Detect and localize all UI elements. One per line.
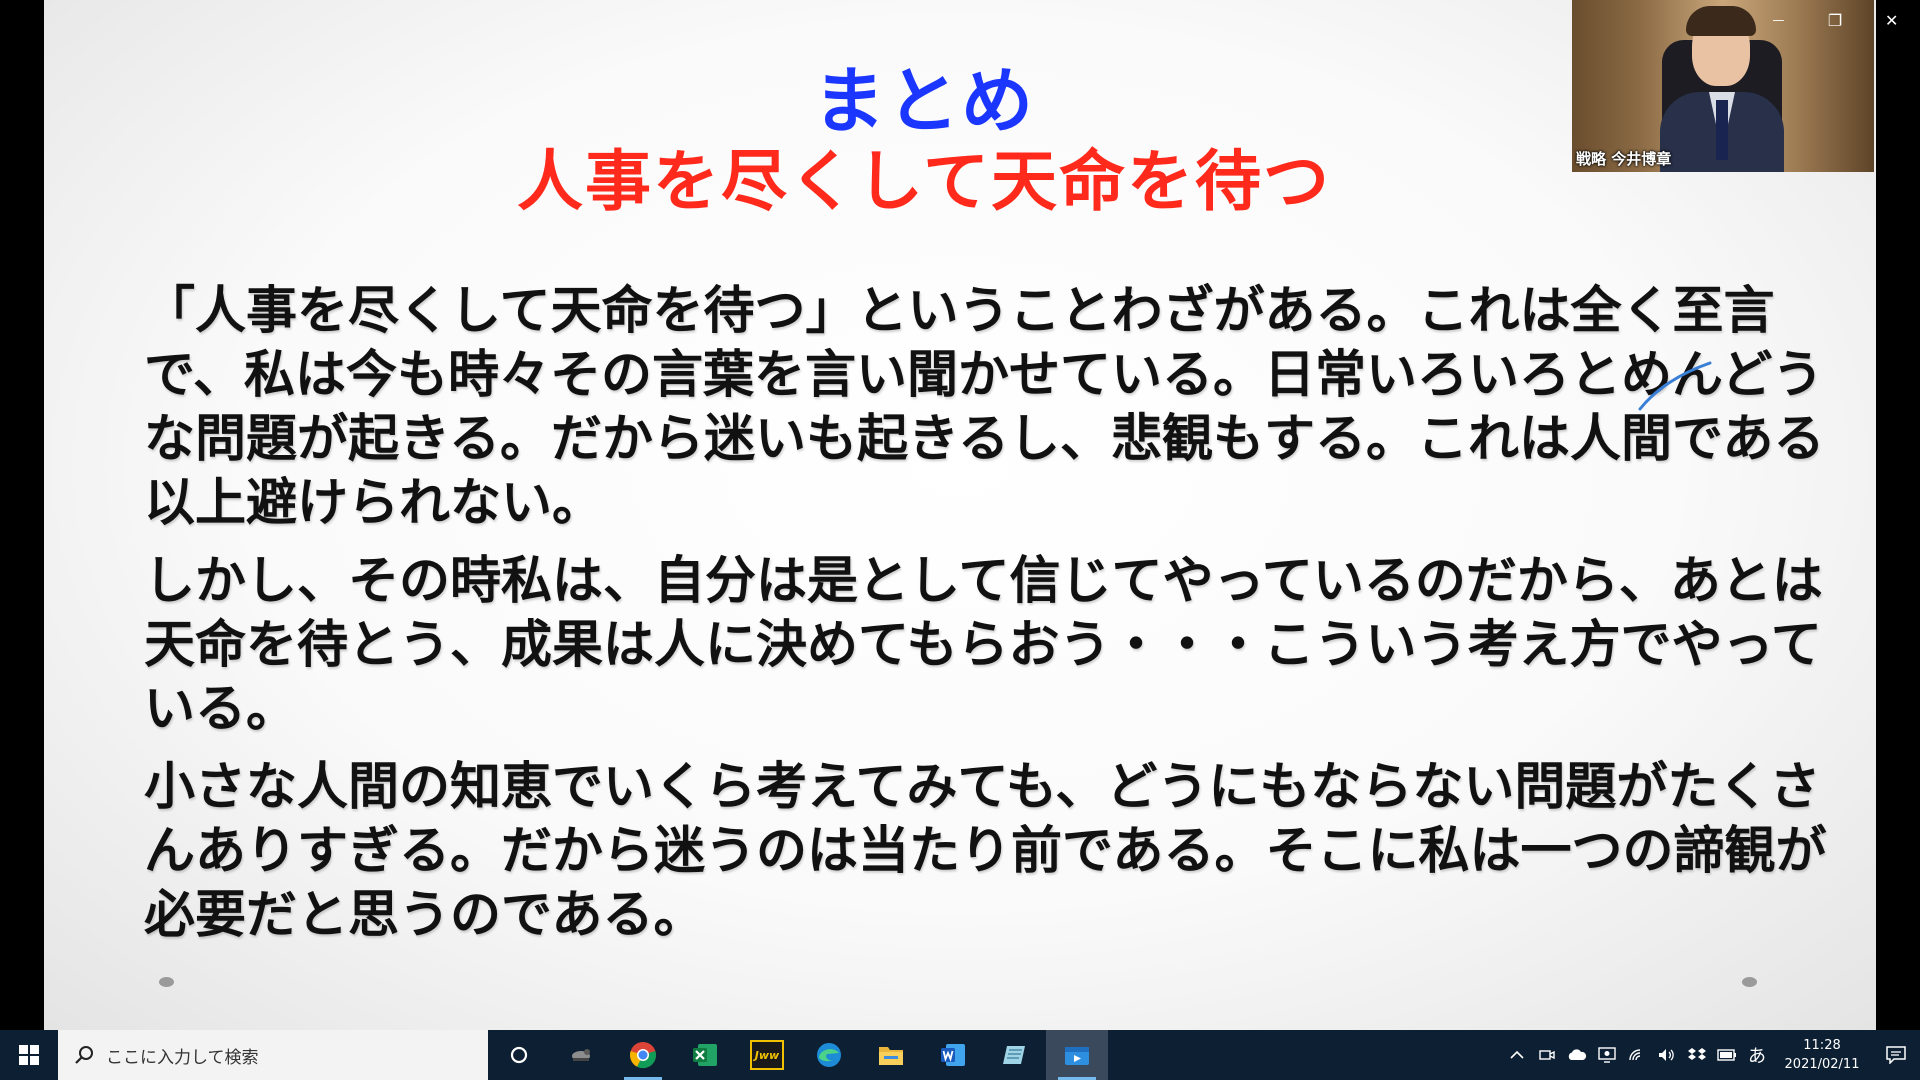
ime-label: あ bbox=[1748, 1046, 1766, 1067]
minimize-icon: — bbox=[1772, 13, 1785, 27]
taskbar-edge[interactable] bbox=[798, 1030, 860, 1080]
tray-dropbox-button[interactable] bbox=[1682, 1030, 1712, 1080]
search-placeholder: ここに入力して検索 bbox=[106, 1047, 259, 1068]
task-view-icon bbox=[572, 1049, 590, 1061]
chrome-icon bbox=[630, 1042, 656, 1069]
jww-icon: Jww bbox=[750, 1040, 784, 1070]
letterbox-right bbox=[1876, 0, 1920, 1030]
tray-overflow-button[interactable] bbox=[1502, 1030, 1532, 1080]
pen-annotation-stroke bbox=[1638, 361, 1712, 411]
minimize-button[interactable]: — bbox=[1755, 0, 1801, 40]
taskbar-word[interactable] bbox=[922, 1030, 984, 1080]
tray-onedrive-button[interactable] bbox=[1562, 1030, 1592, 1080]
start-button[interactable] bbox=[0, 1030, 58, 1080]
excel-icon bbox=[693, 1044, 717, 1066]
edge-icon bbox=[817, 1043, 841, 1067]
taskbar-clock[interactable]: 11:28 2021/02/11 bbox=[1772, 1036, 1872, 1074]
taskbar-notes-app[interactable] bbox=[984, 1030, 1046, 1080]
battery-icon bbox=[1717, 1049, 1736, 1061]
presentation-app-icon bbox=[1065, 1047, 1089, 1065]
system-tray: あ 11:28 2021/02/11 bbox=[1502, 1030, 1920, 1080]
taskbar: ここに入力して検索 Jww あ 11:28 2021/02/11 bbox=[0, 1030, 1920, 1080]
camera-icon bbox=[1539, 1050, 1555, 1060]
jww-label: Jww bbox=[754, 1048, 780, 1062]
taskbar-excel[interactable] bbox=[674, 1030, 736, 1080]
notification-icon bbox=[1886, 1046, 1906, 1064]
tray-volume-button[interactable] bbox=[1652, 1030, 1682, 1080]
participant-name-label: 戦略 今井博章 bbox=[1576, 150, 1672, 168]
tray-app-button[interactable] bbox=[1592, 1030, 1622, 1080]
tray-network-button[interactable] bbox=[1622, 1030, 1652, 1080]
letterbox-left bbox=[0, 0, 44, 1030]
close-icon: ✕ bbox=[1884, 10, 1899, 30]
word-icon bbox=[941, 1044, 965, 1066]
screen: まとめ 人事を尽くして天命を待つ 「人事を尽くして天命を待つ」ということわざがあ… bbox=[0, 0, 1920, 1080]
cortana-icon bbox=[510, 1046, 528, 1064]
tray-battery-button[interactable] bbox=[1712, 1030, 1742, 1080]
search-icon bbox=[75, 1046, 93, 1064]
slide-nav-dot-right[interactable] bbox=[1742, 977, 1757, 987]
clock-time: 11:28 bbox=[1803, 1038, 1841, 1053]
clock-date: 2021/02/11 bbox=[1784, 1057, 1860, 1072]
file-explorer-icon bbox=[879, 1047, 903, 1065]
tray-ime-button[interactable]: あ bbox=[1742, 1030, 1772, 1080]
speaker-icon bbox=[1659, 1049, 1674, 1061]
chevron-up-icon bbox=[1510, 1050, 1524, 1059]
taskbar-file-explorer[interactable] bbox=[860, 1030, 922, 1080]
restore-icon: ❐ bbox=[1827, 10, 1843, 30]
cloud-icon bbox=[1568, 1049, 1587, 1060]
webcam-person-tie bbox=[1716, 100, 1728, 160]
slide-paragraph-2: しかし、その時私は、自分は是として信じてやっているのだから、あとは天命を待とう、… bbox=[144, 552, 1823, 739]
windows-logo-icon bbox=[19, 1045, 39, 1065]
tray-meet-button[interactable] bbox=[1532, 1030, 1562, 1080]
monitor-icon bbox=[1598, 1047, 1616, 1063]
taskbar-chrome[interactable] bbox=[612, 1030, 674, 1080]
taskbar-cortana[interactable] bbox=[488, 1030, 550, 1080]
restore-button[interactable]: ❐ bbox=[1812, 0, 1858, 40]
notes-app-icon bbox=[1003, 1046, 1025, 1064]
taskbar-task-view[interactable] bbox=[550, 1030, 612, 1080]
notification-center-button[interactable] bbox=[1872, 1030, 1920, 1080]
slide-subtitle: 人事を尽くして天命を待つ bbox=[516, 143, 1332, 220]
close-button[interactable]: ✕ bbox=[1869, 0, 1915, 40]
taskbar-search-box[interactable]: ここに入力して検索 bbox=[58, 1030, 488, 1080]
wifi-icon bbox=[1629, 1049, 1641, 1061]
slide-nav-dot-left[interactable] bbox=[159, 977, 174, 987]
window-controls: — ❐ ✕ bbox=[1750, 0, 1920, 40]
webcam-person-hair bbox=[1686, 6, 1756, 36]
slide-paragraph-3: 小さな人間の知恵でいくら考えてみても、どうにもならない問題がたくさんありすぎる。… bbox=[144, 758, 1827, 945]
slide-paragraph-1: 「人事を尽くして天命を待つ」ということわざがある。これは全く至言で、私は今も時々… bbox=[144, 282, 1825, 533]
slide-body: 「人事を尽くして天命を待つ」ということわざがある。これは全く至言で、私は今も時々… bbox=[144, 280, 1844, 962]
taskbar-presentation-app[interactable] bbox=[1046, 1030, 1108, 1080]
dropbox-icon bbox=[1688, 1048, 1706, 1060]
taskbar-jww[interactable]: Jww bbox=[736, 1030, 798, 1080]
